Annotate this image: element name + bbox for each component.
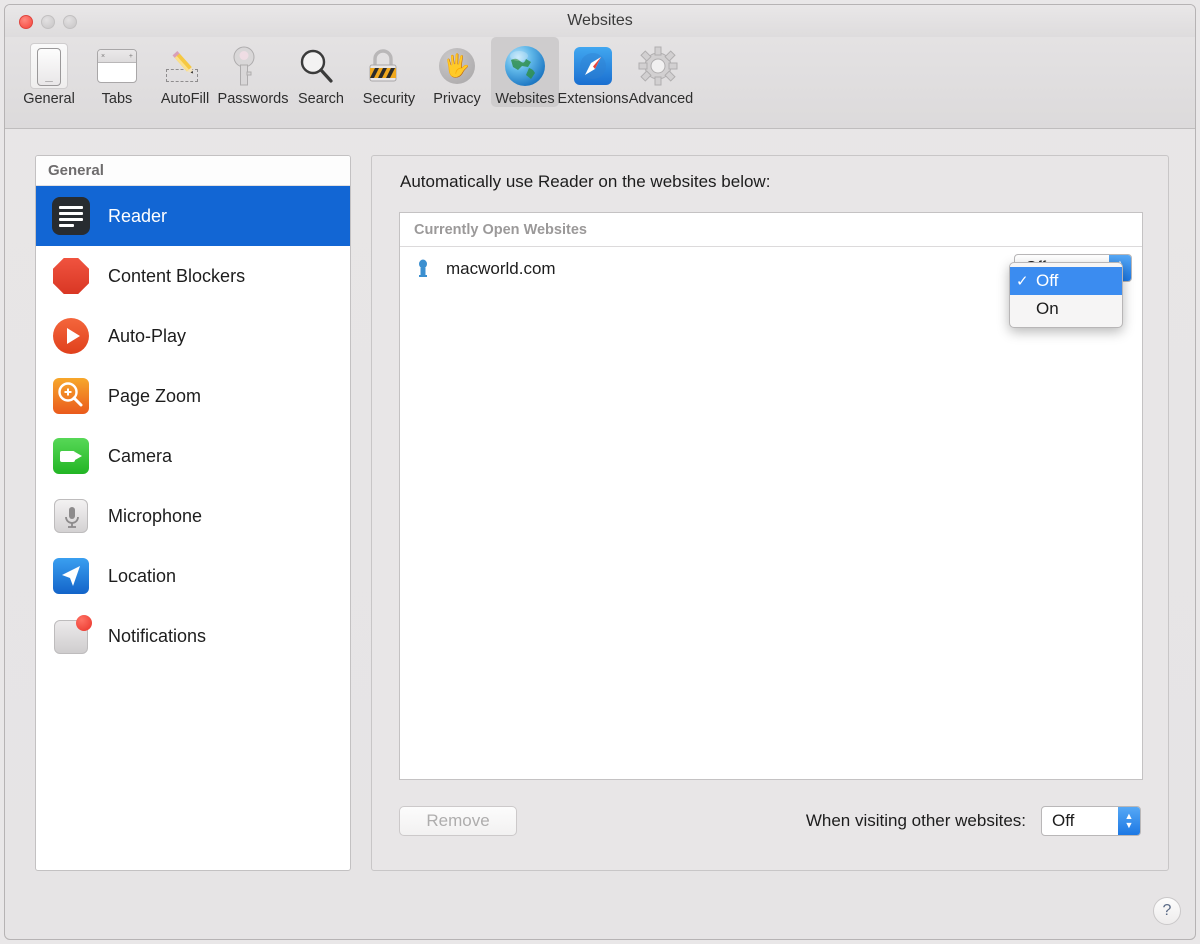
toolbar-label: Websites [495,91,554,107]
key-icon [230,43,276,89]
toolbar-item-advanced[interactable]: Advanced [627,37,695,107]
location-icon [52,557,90,595]
window-title: Websites [5,12,1195,30]
other-websites-label: When visiting other websites: [806,811,1026,831]
sidebar-item-reader[interactable]: Reader [36,186,350,246]
content-area: General Reader Content Blockers [5,129,1195,939]
toolbar-item-websites[interactable]: Websites [491,37,559,107]
toolbar-label: Extensions [558,91,629,107]
sidebar-item-label: Notifications [108,626,206,647]
sidebar-item-page-zoom[interactable]: Page Zoom [36,366,350,426]
menu-item-off[interactable]: ✓ Off [1010,267,1122,295]
sidebar-item-label: Content Blockers [108,266,245,287]
sidebar-item-camera[interactable]: Camera [36,426,350,486]
camera-icon [52,437,90,475]
toolbar-label: AutoFill [161,91,209,107]
sidebar-item-label: Auto-Play [108,326,186,347]
menu-item-on[interactable]: On [1010,295,1122,323]
title-bar: Websites [5,5,1195,37]
tabs-icon: ×+ [94,43,140,89]
list-section-header: Currently Open Websites [400,213,1142,247]
autofill-icon [162,43,208,89]
other-websites-value: Off [1042,811,1118,831]
toolbar-item-autofill[interactable]: AutoFill [151,37,219,107]
category-sidebar: General Reader Content Blockers [35,155,351,871]
toolbar-label: Security [363,91,415,107]
puzzle-icon [570,43,616,89]
auto-play-icon [52,317,90,355]
help-button[interactable]: ? [1153,897,1181,925]
toolbar-label: General [23,91,75,107]
toolbar-item-security[interactable]: Security [355,37,423,107]
toolbar-item-privacy[interactable]: 🖐 Privacy [423,37,491,107]
sidebar-item-notifications[interactable]: Notifications [36,606,350,666]
pane-title: Automatically use Reader on the websites… [400,172,770,192]
sidebar-header: General [36,156,350,186]
reader-icon [52,197,90,235]
toolbar-label: Privacy [433,91,481,107]
toolbar-label: Passwords [218,91,289,107]
sidebar-item-label: Page Zoom [108,386,201,407]
toolbar-item-general[interactable]: General [15,37,83,107]
gear-icon [638,43,684,89]
toolbar-item-passwords[interactable]: Passwords [219,37,287,107]
sidebar-item-location[interactable]: Location [36,546,350,606]
toolbar-item-search[interactable]: Search [287,37,355,107]
magnifier-icon [298,43,344,89]
toolbar-item-extensions[interactable]: Extensions [559,37,627,107]
general-icon [26,43,72,89]
sidebar-item-auto-play[interactable]: Auto-Play [36,306,350,366]
content-blocker-icon [52,257,90,295]
toolbar-label: Advanced [629,91,694,107]
sidebar-item-label: Location [108,566,176,587]
remove-button[interactable]: Remove [399,806,517,836]
settings-pane: Automatically use Reader on the websites… [371,155,1169,871]
preferences-window: Websites General ×+ Tabs [4,4,1196,940]
menu-item-label: Off [1036,271,1058,291]
toolbar-label: Search [298,91,344,107]
notifications-icon [52,617,90,655]
stepper-arrows-icon: ▲▼ [1118,807,1140,835]
hand-icon: 🖐 [434,43,480,89]
sidebar-item-label: Camera [108,446,172,467]
macworld-favicon [414,259,432,279]
toolbar-item-tabs[interactable]: ×+ Tabs [83,37,151,107]
sidebar-item-microphone[interactable]: Microphone [36,486,350,546]
lock-icon [366,43,412,89]
microphone-icon [52,497,90,535]
reader-mode-dropdown-menu[interactable]: ✓ Off On [1009,262,1123,328]
preferences-toolbar: General ×+ Tabs [5,37,1195,129]
globe-icon [502,43,548,89]
sidebar-item-label: Reader [108,206,167,227]
toolbar-label: Tabs [102,91,133,107]
checkmark-icon: ✓ [1016,272,1036,290]
sidebar-item-label: Microphone [108,506,202,527]
sidebar-item-content-blockers[interactable]: Content Blockers [36,246,350,306]
page-zoom-icon [52,377,90,415]
other-websites-popup-button[interactable]: Off ▲▼ [1041,806,1141,836]
website-name: macworld.com [446,259,556,279]
menu-item-label: On [1036,299,1059,319]
